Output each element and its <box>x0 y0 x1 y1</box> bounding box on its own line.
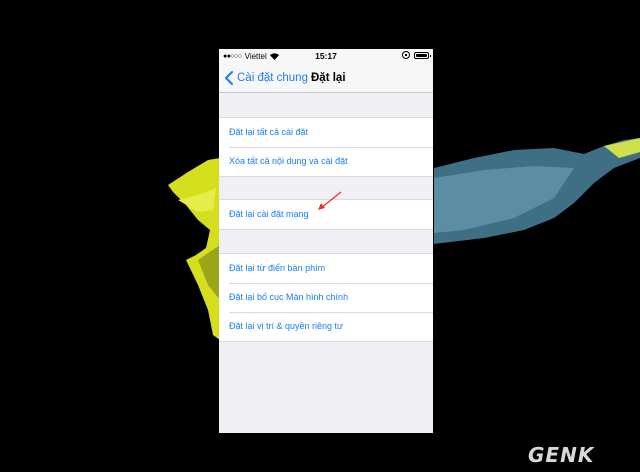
reset-home-screen-layout-row[interactable]: Đặt lại bố cục Màn hình chính <box>219 283 433 312</box>
phone-screen: ●●○○○ Viettel 15:17 Cài đặt chung Đặt lạ… <box>219 49 433 433</box>
reset-keyboard-dictionary-row[interactable]: Đặt lại từ điển bàn phím <box>219 254 433 283</box>
back-button[interactable]: Cài đặt chung <box>224 71 308 85</box>
row-label: Đặt lại từ điển bàn phím <box>229 263 326 273</box>
row-label: Đặt lại bố cục Màn hình chính <box>229 292 349 302</box>
reset-all-settings-row[interactable]: Đặt lại tất cả cài đặt <box>219 118 433 147</box>
row-label: Đặt lại cài đặt mạng <box>229 209 309 219</box>
settings-group-1: Đặt lại tất cả cài đặt Xóa tất cả nội du… <box>219 117 433 177</box>
status-right <box>402 51 431 59</box>
reset-location-privacy-row[interactable]: Đặt lại vị trí & quyền riêng tư <box>219 312 433 341</box>
flower-stem-image <box>434 138 640 244</box>
chevron-left-icon <box>225 71 233 85</box>
status-bar: ●●○○○ Viettel 15:17 <box>219 49 433 65</box>
genk-watermark-logo: GENK <box>528 443 595 467</box>
row-label: Đặt lại tất cả cài đặt <box>229 127 309 137</box>
erase-all-content-row[interactable]: Xóa tất cả nội dung và cài đặt <box>219 147 433 176</box>
status-time: 15:17 <box>315 51 337 61</box>
settings-group-3: Đặt lại từ điển bàn phím Đặt lại bố cục … <box>219 253 433 342</box>
annotation-arrow-icon <box>318 191 342 210</box>
back-label: Cài đặt chung <box>237 72 308 84</box>
rotation-lock-icon <box>402 51 410 59</box>
row-label: Đặt lại vị trí & quyền riêng tư <box>229 321 344 331</box>
page-title: Đặt lại <box>311 72 346 84</box>
nav-bar: Cài đặt chung Đặt lại <box>219 65 433 93</box>
row-label: Xóa tất cả nội dung và cài đặt <box>229 156 348 166</box>
battery-icon <box>414 51 431 59</box>
